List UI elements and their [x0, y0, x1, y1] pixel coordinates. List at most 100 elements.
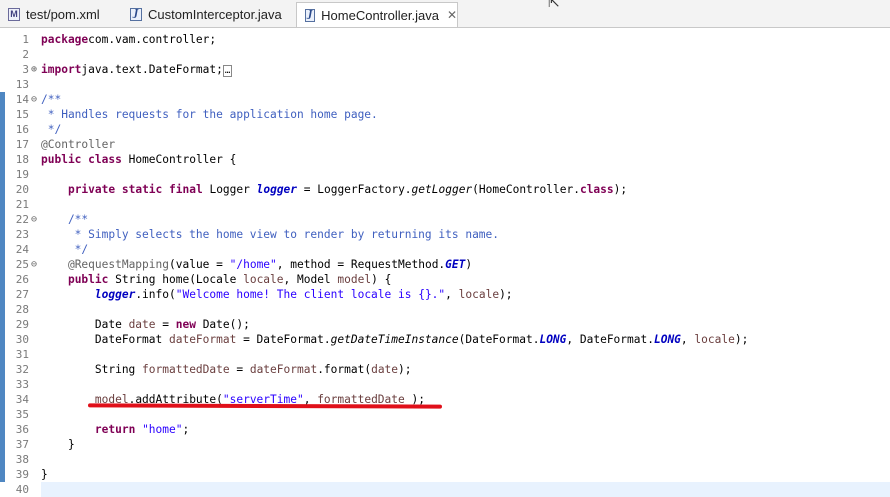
line-number: 24	[15, 243, 29, 256]
line-number: 16	[15, 123, 29, 136]
line-number: 15	[15, 108, 29, 121]
collapse-fold-icon[interactable]: ⊖	[29, 92, 39, 107]
code-line[interactable]: 2	[0, 47, 890, 62]
code-token: package	[41, 33, 89, 46]
code-line[interactable]: 35	[0, 407, 890, 422]
code-token: private	[67, 183, 116, 196]
code-token: );	[398, 363, 412, 376]
code-token: @RequestMapping	[67, 258, 169, 271]
code-token: String	[41, 363, 143, 376]
code-line[interactable]: 31	[0, 347, 890, 362]
code-line[interactable]: 26 public String home(Locale locale, Mod…	[0, 272, 890, 287]
code-line[interactable]: 1 packagecom.vam.controller;	[0, 32, 890, 47]
code-line[interactable]: 37 }	[0, 437, 890, 452]
code-line[interactable]: 25 ⊖ @RequestMapping(value = "/home", met…	[0, 257, 890, 272]
code-line[interactable]: 29 Date date = new Date();	[0, 317, 890, 332]
code-line[interactable]: 3 ⊕ importjava.text.DateFormat;…	[0, 62, 890, 77]
code-token: );	[734, 333, 749, 346]
tab-pom-xml[interactable]: M test/pom.xml	[0, 2, 118, 26]
line-number: 29	[15, 318, 29, 331]
code-text: */	[41, 242, 88, 257]
code-text: logger.info("Welcome home! The client lo…	[41, 287, 513, 302]
code-line[interactable]: 33	[0, 377, 890, 392]
code-line[interactable]: 27 logger.info("Welcome home! The client…	[0, 287, 890, 302]
code-line[interactable]: 19	[0, 167, 890, 182]
expand-fold-icon[interactable]: ⊕	[29, 62, 39, 77]
code-token: date	[371, 363, 399, 376]
code-token: return	[94, 423, 136, 436]
code-line[interactable]: 14 ⊖/**	[0, 92, 890, 107]
code-text: packagecom.vam.controller;	[41, 32, 216, 47]
code-token: ,	[680, 333, 695, 346]
code-line[interactable]: 23 * Simply selects the home view to ren…	[0, 227, 890, 242]
code-line[interactable]: 18 public class HomeController {	[0, 152, 890, 167]
code-text: /**	[41, 212, 88, 227]
code-token: locale	[694, 333, 735, 346]
line-number: 19	[15, 168, 29, 181]
code-token: * Simply selects the home view to render…	[41, 228, 500, 241]
code-line[interactable]: 16 */	[0, 122, 890, 137]
code-line[interactable]: 32 String formattedDate = dateFormat.for…	[0, 362, 890, 377]
code-token: "/home"	[229, 258, 277, 271]
code-token: (HomeController.	[472, 183, 580, 196]
code-line[interactable]: 30 DateFormat dateFormat = DateFormat.ge…	[0, 332, 890, 347]
close-icon[interactable]: ✕	[447, 8, 457, 22]
code-text: }	[41, 437, 75, 452]
tab-home-controller[interactable]: J HomeController.java ✕	[296, 2, 458, 27]
code-token: ,	[445, 288, 459, 301]
tab-label: HomeController.java	[321, 7, 439, 23]
code-token: Date();	[195, 318, 250, 331]
line-number: 25	[15, 258, 29, 271]
code-text: @Controller	[41, 137, 115, 152]
code-token: dateFormat	[249, 363, 318, 376]
code-line[interactable]: 22 ⊖ /**	[0, 212, 890, 227]
code-token: = DateFormat.	[236, 333, 331, 346]
code-token: @Controller	[41, 138, 116, 151]
code-line[interactable]: 21	[0, 197, 890, 212]
line-number: 3	[22, 63, 29, 76]
code-token: logger	[256, 183, 298, 196]
code-line[interactable]: 38	[0, 452, 890, 467]
line-number: 34	[15, 393, 29, 406]
code-token: */	[41, 243, 89, 256]
mouse-cursor-icon: ⇱	[548, 0, 560, 10]
line-number: 23	[15, 228, 29, 241]
code-token: final	[169, 183, 203, 196]
code-line[interactable]: 24 */	[0, 242, 890, 257]
code-line[interactable]: 13	[0, 77, 890, 92]
code-token: java.text.DateFormat;	[81, 63, 223, 76]
line-number: 18	[15, 153, 29, 166]
code-token: */	[41, 123, 62, 136]
line-number: 26	[15, 273, 29, 286]
line-number: 31	[15, 348, 29, 361]
code-token: public	[41, 153, 82, 166]
code-line[interactable]: 36 return "home";	[0, 422, 890, 437]
code-line[interactable]: 15 * Handles requests for the applicatio…	[0, 107, 890, 122]
tab-custom-interceptor[interactable]: J CustomInterceptor.java	[122, 2, 292, 26]
code-text: * Simply selects the home view to render…	[41, 227, 499, 242]
code-token: LONG	[653, 333, 681, 346]
code-token: DateFormat	[41, 333, 169, 346]
code-text: String formattedDate = dateFormat.format…	[41, 362, 412, 377]
line-number: 13	[15, 78, 29, 91]
code-editor[interactable]: 1 packagecom.vam.controller; 2 3 ⊕ importjava…	[0, 28, 890, 497]
code-text: public String home(Locale locale, Model …	[41, 272, 391, 287]
collapse-fold-icon[interactable]: ⊖	[29, 212, 39, 227]
code-token: , method = RequestMethod.	[276, 258, 446, 271]
line-number: 33	[15, 378, 29, 391]
code-line[interactable]: 20 private static final Logger logger = …	[0, 182, 890, 197]
code-line[interactable]: 39}	[0, 467, 890, 482]
collapse-fold-icon[interactable]: ⊖	[29, 257, 39, 272]
code-line[interactable]: 17 @Controller	[0, 137, 890, 152]
line-number: 35	[15, 408, 29, 421]
line-number: 21	[15, 198, 29, 211]
line-number: 32	[15, 363, 29, 376]
editor-tab-bar: M test/pom.xml J CustomInterceptor.java …	[0, 0, 890, 28]
code-line[interactable]: 28	[0, 302, 890, 317]
code-token: GET	[445, 258, 466, 271]
code-token: );	[613, 183, 628, 196]
code-token: formattedDate	[142, 363, 230, 376]
